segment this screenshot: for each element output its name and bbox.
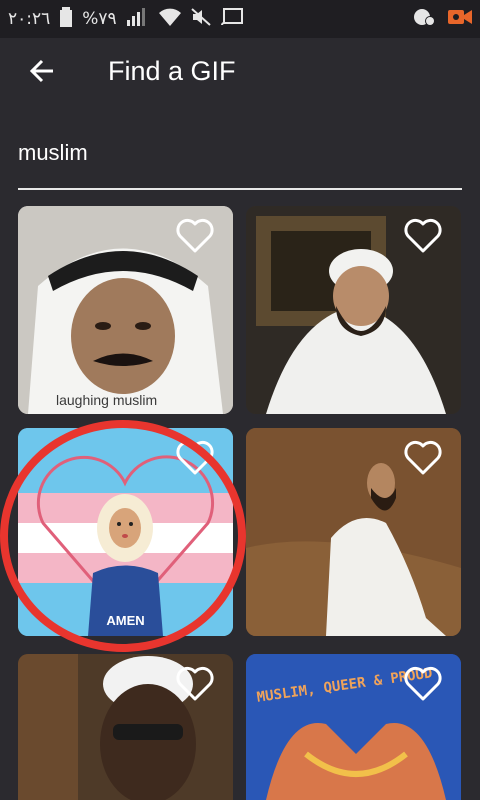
favorite-heart-icon[interactable]: [403, 440, 443, 476]
wifi-icon: [158, 8, 181, 31]
cast-icon: [220, 7, 243, 31]
search-field-container: [18, 128, 462, 190]
battery-percent: %٧٩: [82, 9, 117, 29]
status-bar: ٢٠:٢٦ %٧٩: [0, 0, 480, 38]
status-right: [412, 7, 472, 32]
mute-icon: [191, 7, 211, 31]
gif-tile-4[interactable]: [246, 428, 461, 636]
app-bar: Find a GIF: [0, 38, 480, 104]
gif-tile-2[interactable]: [246, 206, 461, 414]
notification-icon: [412, 7, 436, 32]
clock: ٢٠:٢٦: [8, 9, 51, 29]
gif-caption: AMEN: [106, 613, 145, 628]
gif-tile-3[interactable]: AMEN: [18, 428, 233, 636]
gif-tile-5[interactable]: [18, 654, 233, 800]
screen-record-icon: [448, 8, 472, 31]
favorite-heart-icon[interactable]: [175, 440, 215, 476]
arrow-back-icon: [29, 59, 53, 83]
battery-icon: [60, 6, 73, 32]
gif-tile-6[interactable]: MUSLIM, QUEER & PROUD: [246, 654, 461, 800]
search-input[interactable]: [18, 128, 462, 178]
favorite-heart-icon[interactable]: [403, 666, 443, 702]
favorite-heart-icon[interactable]: [403, 218, 443, 254]
status-left: ٢٠:٢٦ %٧٩: [8, 6, 243, 32]
gif-watermark: laughing muslim: [56, 392, 158, 408]
page-title: Find a GIF: [108, 55, 236, 86]
gif-tile-1[interactable]: laughing muslim: [18, 206, 233, 414]
favorite-heart-icon[interactable]: [175, 666, 215, 702]
signal-icon: [126, 7, 149, 31]
back-button[interactable]: [20, 49, 64, 93]
favorite-heart-icon[interactable]: [175, 218, 215, 254]
